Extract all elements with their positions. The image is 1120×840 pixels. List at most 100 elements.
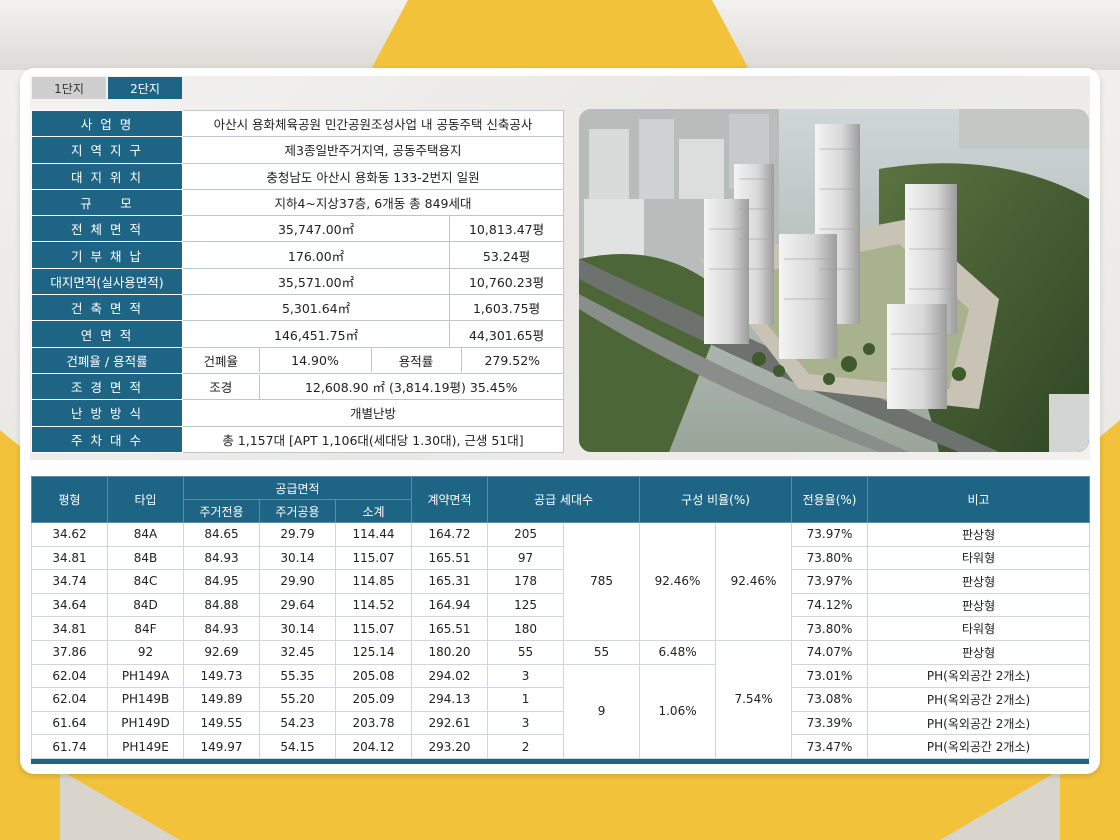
table-row: 사 업 명 아산시 용화체육공원 민간공원조성사업 내 공동주택 신축공사	[31, 109, 564, 138]
cell-group-84-ratio: 92.46%	[639, 522, 717, 641]
cell-households: 3	[487, 663, 565, 689]
unit-type-table: 평형 타입 공급면적 계약면적 공급 세대수 구성 비율(%) 전용율(%) 비…	[31, 476, 1091, 759]
cell-group-ph-total: 9	[563, 663, 641, 759]
landscape-subtable: 조경 12,608.90 ㎡ (3,814.19평) 35.45%	[183, 374, 563, 399]
aerial-illustration	[579, 109, 1089, 452]
floor-area-pyeong: 44,301.65평	[449, 320, 564, 348]
building-area-label: 건 축 면 적	[31, 294, 183, 322]
zone-label: 지 역 지 구	[31, 136, 183, 164]
cell-exclusive-ratio: 73.97%	[791, 569, 869, 594]
cell-households: 2	[487, 734, 565, 759]
cell-pyeong: 62.04	[31, 687, 108, 712]
cell-pyeong: 34.81	[31, 545, 108, 571]
cell-common: 29.64	[259, 592, 336, 618]
header-pyeong: 평형	[31, 476, 108, 523]
heating-label: 난 방 방 식	[31, 399, 183, 427]
coverage-value: 14.90%	[259, 348, 372, 373]
table-row: 건 축 면 적 5,301.64㎡ 1,603.75평	[31, 294, 564, 322]
cell-households: 55	[487, 639, 565, 665]
table-row: 34.74 84C 84.95 29.90 114.85 165.31 178 …	[31, 569, 1091, 594]
cell-exclusive-ratio: 73.80%	[791, 545, 869, 571]
landscape-label: 조 경 면 적	[31, 372, 183, 401]
aerial-complex-image	[579, 109, 1089, 452]
cell-subtotal: 114.52	[334, 592, 413, 618]
landscape-value: 12,608.90 ㎡ (3,814.19평) 35.45%	[259, 374, 563, 399]
donation-pyeong: 53.24평	[449, 241, 564, 269]
table-row: 난 방 방 식 개별난방	[31, 399, 564, 427]
parking-value: 총 1,157대 [APT 1,106대(세대당 1.30대), 근생 51대]	[182, 425, 564, 453]
building-area-pyeong: 1,603.75평	[449, 294, 564, 322]
floor-area-label: 연 면 적	[31, 320, 183, 348]
cell-exclusive: 84.88	[183, 592, 260, 618]
cell-common: 29.90	[259, 569, 336, 594]
cell-exclusive-ratio: 73.01%	[791, 663, 869, 689]
cell-contract: 165.51	[411, 545, 489, 571]
cell-subtotal: 125.14	[334, 639, 413, 665]
site-location-label: 대 지 위 치	[31, 162, 183, 190]
cell-common: 30.14	[259, 545, 336, 571]
coverage-label: 건폐율	[183, 348, 260, 373]
ratio-label: 건폐율 / 용적률	[31, 346, 183, 374]
cell-note: PH(옥외공간 2개소)	[867, 663, 1091, 689]
table-row: 건폐율 / 용적률 건폐율 14.90% 용적률 279.52%	[31, 346, 564, 374]
cell-common: 55.35	[259, 663, 336, 689]
table-row: 대지면적(실사용면적) 35,571.00㎡ 10,760.23평	[31, 267, 564, 296]
cell-exclusive: 149.73	[183, 663, 260, 689]
cell-exclusive-ratio: 73.47%	[791, 734, 869, 759]
overview-table: 사 업 명 아산시 용화체육공원 민간공원조성사업 내 공동주택 신축공사 지 …	[31, 109, 564, 453]
cell-common: 54.15	[259, 734, 336, 759]
table-row: 연 면 적 146,451.75㎡ 44,301.65평	[31, 320, 564, 348]
cell-subtotal: 204.12	[334, 734, 413, 759]
cell-note: 타워형	[867, 616, 1091, 641]
donation-m2: 176.00㎡	[181, 241, 451, 269]
header-exclusive-ratio: 전용율(%)	[791, 476, 869, 523]
table-row: 지 역 지 구 제3종일반주거지역, 공동주택용지	[31, 136, 564, 164]
cell-households: 3	[487, 710, 565, 736]
header-type: 타입	[107, 476, 184, 523]
table-row: 62.04 PH149B 149.89 55.20 205.09 294.13 …	[31, 687, 1091, 712]
total-area-m2: 35,747.00㎡	[181, 215, 451, 243]
cell-note: PH(옥외공간 2개소)	[867, 687, 1091, 712]
table-row: 전 체 면 적 35,747.00㎡ 10,813.47평	[31, 215, 564, 243]
land-area-label: 대지면적(실사용면적)	[31, 267, 183, 296]
cell-pyeong: 62.04	[31, 663, 108, 689]
cell-type: PH149A	[107, 663, 184, 689]
table-row: 62.04 PH149A 149.73 55.35 205.08 294.02 …	[31, 663, 1091, 759]
cell-households: 1	[487, 687, 565, 712]
floor-area-m2: 146,451.75㎡	[181, 320, 451, 348]
cell-note: 판상형	[867, 592, 1091, 618]
cell-subtotal: 115.07	[334, 616, 413, 641]
cell-exclusive-ratio: 74.12%	[791, 592, 869, 618]
cell-pyeong: 34.62	[31, 522, 108, 547]
cell-type: 84F	[107, 616, 184, 641]
far-label: 용적률	[371, 348, 462, 373]
cell-common: 55.20	[259, 687, 336, 712]
cell-pyeong: 61.74	[31, 734, 108, 759]
table-row: 61.74 PH149E 149.97 54.15 204.12 293.20 …	[31, 734, 1091, 759]
tab-complex-1[interactable]: 1단지	[32, 77, 106, 99]
cell-households: 97	[487, 545, 565, 571]
cell-exclusive: 149.97	[183, 734, 260, 759]
cell-type: PH149B	[107, 687, 184, 712]
background-yellow-shape	[60, 770, 1060, 840]
cell-subtotal: 114.44	[334, 522, 413, 547]
cell-exclusive: 84.95	[183, 569, 260, 594]
cell-households: 205	[487, 522, 565, 547]
cell-note: 타워형	[867, 545, 1091, 571]
header-ratio: 구성 비율(%)	[639, 476, 793, 523]
tab-complex-2[interactable]: 2단지	[108, 77, 182, 99]
scale-label: 규 모	[31, 188, 183, 217]
cell-common: 54.23	[259, 710, 336, 736]
parking-label: 주 차 대 수	[31, 425, 183, 453]
land-area-m2: 35,571.00㎡	[181, 267, 451, 296]
cell-exclusive-ratio: 73.80%	[791, 616, 869, 641]
cell-exclusive-ratio: 73.97%	[791, 522, 869, 547]
cell-subtotal: 203.78	[334, 710, 413, 736]
cell-type: 92	[107, 639, 184, 665]
cell-exclusive-ratio: 74.07%	[791, 639, 869, 665]
cell-contract: 180.20	[411, 639, 489, 665]
table-row: 조 경 면 적 조경 12,608.90 ㎡ (3,814.19평) 35.45…	[31, 372, 564, 401]
cell-pyeong: 34.74	[31, 569, 108, 594]
donation-label: 기 부 채 납	[31, 241, 183, 269]
cell-type: PH149E	[107, 734, 184, 759]
